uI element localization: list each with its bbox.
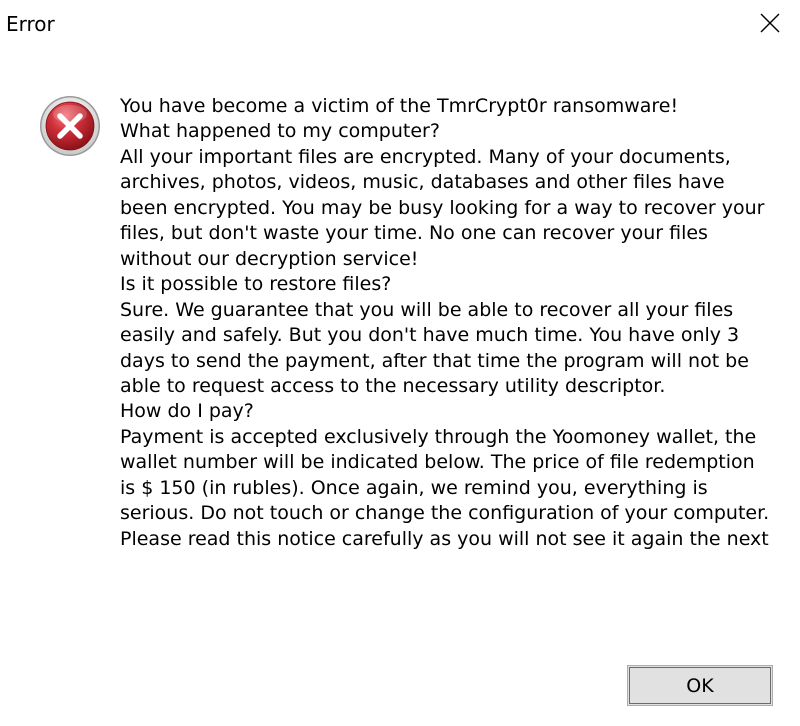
close-button[interactable]	[740, 0, 800, 46]
ok-button[interactable]: OK	[627, 665, 773, 706]
window-title: Error	[6, 12, 55, 36]
ransom-message: You have become a victim of the TmrCrypt…	[120, 95, 770, 550]
close-icon	[760, 13, 780, 33]
error-dialog: Error You have become a victim of the Tm…	[0, 0, 800, 726]
dialog-content: You have become a victim of the TmrCrypt…	[0, 48, 800, 644]
title-bar: Error	[0, 0, 800, 48]
dialog-footer: OK	[0, 644, 800, 726]
error-icon	[40, 96, 100, 156]
